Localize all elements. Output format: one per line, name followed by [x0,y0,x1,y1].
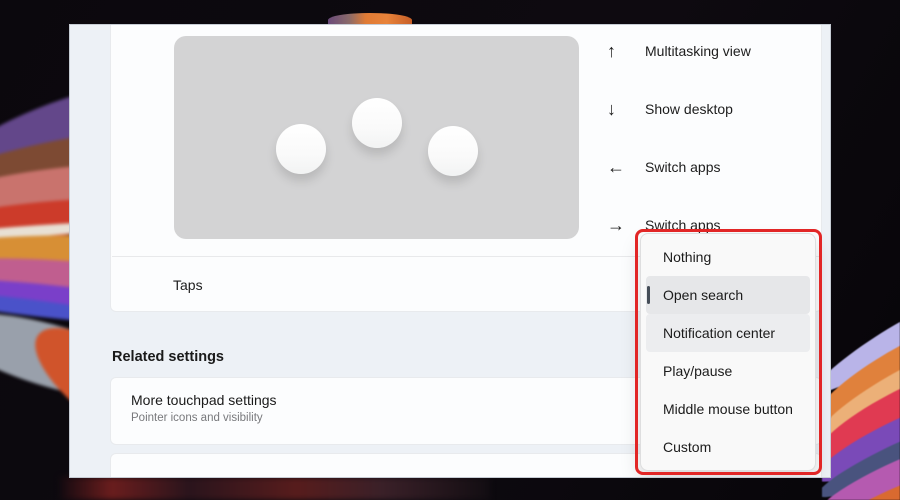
dropdown-item-middle-mouse-button[interactable]: Middle mouse button [646,390,810,428]
gesture-action-dropdown: Nothing Open search Notification center … [640,233,816,471]
touchpad-illustration [174,36,579,239]
finger-dot-left [276,124,326,174]
related-settings-heading: Related settings [112,349,224,365]
settings-window: ↑ Multitasking view ↓ Show desktop ← Swi… [70,25,830,477]
arrow-down-icon: ↓ [607,98,616,119]
dropdown-item-notification-center[interactable]: Notification center [646,314,810,352]
gesture-label: Show desktop [645,101,733,117]
wallpaper-wave-ribbons [822,295,900,500]
taps-label: Taps [173,276,203,293]
arrow-up-icon: ↑ [607,40,616,61]
dropdown-item-custom[interactable]: Custom [646,428,810,466]
dropdown-item-play-pause[interactable]: Play/pause [646,352,810,390]
dropdown-item-nothing[interactable]: Nothing [646,238,810,276]
wallpaper-red-blur [60,477,490,500]
selection-indicator-bar [647,286,650,304]
gesture-row-show-desktop: ↓ Show desktop [607,89,821,129]
gesture-label: Switch apps [645,217,721,233]
dropdown-item-label: Open search [663,287,744,303]
gesture-label: Multitasking view [645,43,751,59]
finger-dot-middle [352,98,402,148]
arrow-right-icon: → [607,214,625,235]
finger-dot-right [428,126,478,176]
gesture-row-multitasking: ↑ Multitasking view [607,31,821,71]
arrow-left-icon: ← [607,156,625,177]
more-touchpad-settings-title: More touchpad settings [131,392,277,408]
more-touchpad-settings-subtitle: Pointer icons and visibility [131,412,263,424]
gesture-row-switch-apps-left: ← Switch apps [607,147,821,187]
dropdown-item-open-search[interactable]: Open search [646,276,810,314]
gesture-label: Switch apps [645,159,721,175]
